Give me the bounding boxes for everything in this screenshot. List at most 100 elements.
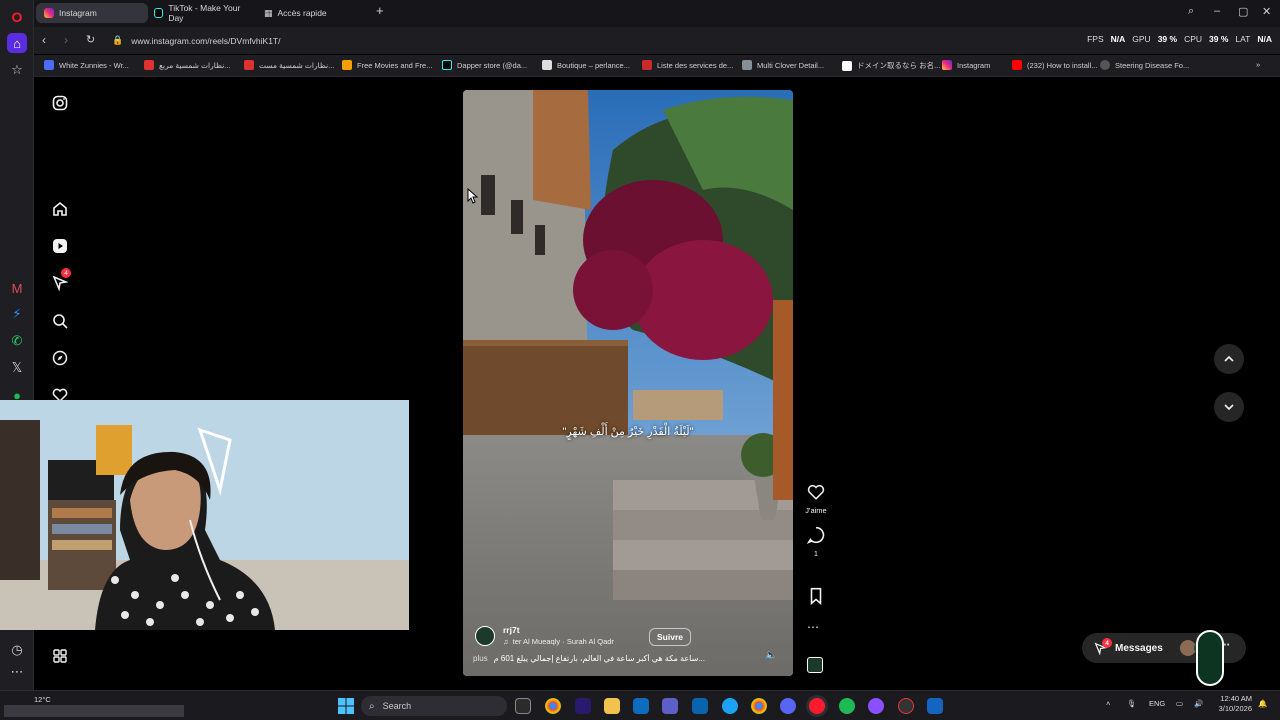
reel-video[interactable]: "لَيْلَةُ الْقَدْرِ خَيْرٌ مِنْ أَلْفِ ش… (463, 90, 793, 676)
url-field[interactable]: 🔒 www.instagram.com/reels/DVmfvhiK1T/ (112, 33, 752, 48)
bookmark-icon (810, 587, 822, 606)
webcam-overlay (0, 400, 409, 630)
audio-track[interactable]: ♫ ter Al Mueaqly · Surah Al Qadr (503, 637, 614, 646)
tray-overflow-icon[interactable]: ˄ (1106, 699, 1110, 708)
outlook-icon[interactable] (692, 698, 708, 714)
caption-text: ساعة مكة هي أكبر ساعة في العالم، بارتفاع… (493, 654, 705, 663)
new-tab-button[interactable]: + (376, 3, 384, 18)
bookmark-item[interactable]: (232) How to install... (1012, 60, 1097, 70)
next-reel-button[interactable] (1214, 392, 1244, 422)
discord-icon[interactable] (780, 698, 796, 714)
tab-search-icon[interactable]: ⌕ (1188, 5, 1194, 18)
weather-temperature[interactable]: 12°C (34, 695, 51, 704)
task-view-icon[interactable] (515, 698, 531, 714)
bookmarks-overflow-icon[interactable]: » (1256, 60, 1260, 69)
bookmarks-bar: White Zunnies - Wr... نظارات شمسية مربع.… (34, 55, 1280, 77)
app-icon[interactable] (868, 698, 884, 714)
music-note-icon: ♫ (503, 637, 509, 646)
pinboard-icon[interactable]: ☆ (7, 60, 27, 80)
tab-quick-access[interactable]: ▦ Accès rapide (256, 3, 366, 23)
bookmark-item[interactable]: Liste des services de... (642, 60, 733, 70)
home-speed-dial-icon[interactable]: ⌂ (7, 33, 27, 53)
bookmark-item[interactable]: Boutique – perlance... (542, 60, 630, 70)
x-twitter-icon[interactable]: 𝕏 (7, 358, 27, 378)
audio-track-label: ter Al Mueaqly · Surah Al Qadr (512, 637, 614, 646)
taskbar-search[interactable]: ⌕ Search (361, 696, 507, 716)
clock[interactable]: 12:40 AM 3/10/2026 (1214, 694, 1252, 714)
windows-taskbar: 12°C ⌕ Search ˄ 🎙 ENG ▭ 🔊 12:40 AM 3/10/… (0, 690, 1280, 720)
comment-button[interactable]: 1 (806, 526, 831, 558)
maximize-button[interactable]: ▢ (1238, 5, 1248, 18)
messages-nav-icon[interactable]: 4 (51, 268, 71, 292)
messenger-icon[interactable]: ⚡ (7, 304, 27, 324)
tab-instagram[interactable]: Instagram (36, 3, 148, 23)
explore-icon[interactable] (51, 349, 69, 367)
minimize-button[interactable]: – (1214, 5, 1220, 17)
history-icon[interactable]: ◷ (7, 640, 27, 660)
bookmark-item[interactable]: نظارات شمسية مست... (244, 60, 334, 70)
bookmark-item[interactable]: Multi Clover Detail... (742, 60, 824, 70)
back-button[interactable]: ‹ (42, 33, 46, 47)
search-icon[interactable] (51, 312, 69, 330)
more-menu-icon[interactable] (51, 647, 69, 665)
notifications-icon[interactable]: 🔔 (1258, 699, 1267, 708)
follow-button[interactable]: Suivre (649, 628, 691, 646)
file-explorer-icon[interactable] (604, 698, 620, 714)
instagram-logo-icon[interactable] (51, 94, 69, 112)
reel-overlay-text: "لَيْلَةُ الْقَدْرِ خَيْرٌ مِنْ أَلْفِ ش… (562, 426, 694, 438)
author-username[interactable]: rrj7t (503, 625, 520, 635)
url-text: www.instagram.com/reels/DVmfvhiK1T/ (131, 35, 281, 46)
bookmark-item[interactable]: Free Movies and Fre... (342, 60, 432, 70)
bookmark-item[interactable]: نظارات شمسية مربع... (144, 60, 231, 70)
audio-thumbnail[interactable] (807, 657, 823, 673)
reels-icon[interactable] (51, 237, 69, 255)
bookmark-item[interactable]: ドメイン取るなら お名... (842, 60, 940, 71)
app-icon[interactable] (898, 698, 914, 714)
tab-label: Instagram (59, 8, 97, 18)
chrome-icon[interactable] (545, 698, 561, 714)
opera-taskbar-icon[interactable] (809, 698, 825, 714)
volume-tray-icon[interactable]: 🔊 (1194, 699, 1203, 708)
premiere-icon[interactable] (575, 698, 591, 714)
store-icon[interactable] (633, 698, 649, 714)
save-button[interactable] (807, 587, 825, 610)
opera-logo-icon[interactable]: O (7, 7, 27, 27)
previous-reel-button[interactable] (1214, 344, 1244, 374)
microphone-icon[interactable]: 🎙 (1127, 699, 1137, 708)
weather-widget[interactable] (4, 705, 184, 717)
home-icon[interactable] (51, 200, 69, 218)
tiktok-favicon-icon (154, 8, 164, 18)
clock-time: 12:40 AM (1220, 694, 1252, 703)
forward-button[interactable]: › (64, 33, 68, 47)
network-icon[interactable]: ▭ (1176, 699, 1183, 708)
bookmark-item[interactable]: Dapper store (@da... (442, 60, 527, 70)
reload-button[interactable]: ↻ (86, 33, 95, 46)
bookmark-item[interactable]: Steering Disease Fo... (1100, 60, 1189, 70)
bookmark-item[interactable]: Instagram (942, 60, 990, 70)
fps-label: FPS (1087, 34, 1104, 44)
tab-tiktok[interactable]: TikTok - Make Your Day (146, 3, 258, 23)
chrome-icon[interactable] (751, 698, 767, 714)
screen: O ⌂ ☆ M ⚡ ✆ 𝕏 ● ◷ ⋯ Instagram TikTok - M… (0, 0, 1280, 720)
reel-video-frame (463, 90, 793, 676)
volume-icon[interactable]: 🔈 (765, 650, 777, 661)
gmail-icon[interactable]: M (7, 278, 27, 298)
close-window-button[interactable]: ✕ (1262, 5, 1271, 18)
language-indicator[interactable]: ENG (1149, 699, 1165, 708)
whatsapp-icon[interactable]: ✆ (7, 331, 27, 351)
spotify-taskbar-icon[interactable] (839, 698, 855, 714)
edge-icon[interactable] (722, 698, 738, 714)
like-button[interactable]: J'aime (805, 483, 831, 515)
teams-icon[interactable] (662, 698, 678, 714)
windows-start-icon[interactable] (338, 698, 354, 714)
cpu-label: CPU (1184, 34, 1203, 44)
search-glass-icon: ⌕ (369, 700, 375, 712)
bookmark-item[interactable]: White Zunnies - Wr... (44, 60, 129, 70)
more-sidebar-icon[interactable]: ⋯ (7, 662, 27, 682)
reel-caption: plus ساعة مكة هي أكبر ساعة في العالم، با… (473, 654, 743, 663)
author-avatar[interactable] (475, 626, 495, 646)
gpu-label: GPU (1132, 34, 1151, 44)
app-icon[interactable] (927, 698, 943, 714)
more-options-icon[interactable]: ⋯ (807, 620, 819, 634)
caption-more-link[interactable]: plus (473, 654, 488, 663)
